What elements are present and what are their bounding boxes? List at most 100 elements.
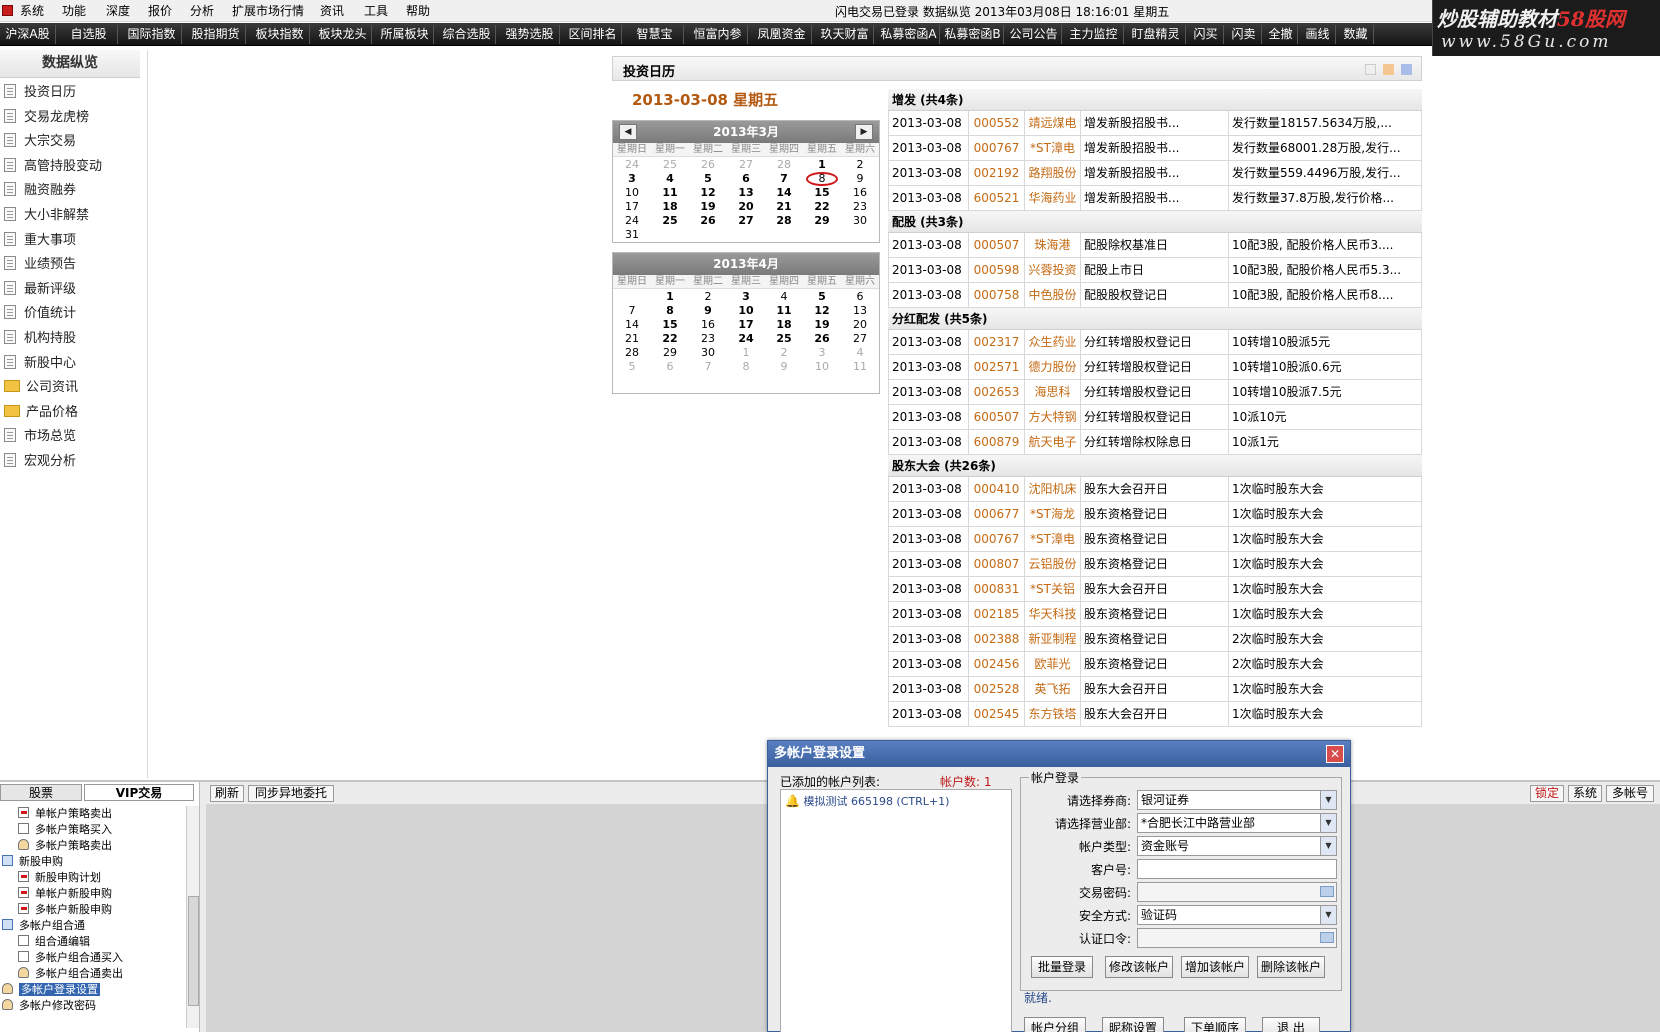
- calendar-day[interactable]: 10: [803, 360, 841, 374]
- stock-name[interactable]: *ST漳电: [1025, 527, 1081, 551]
- event-row[interactable]: 2013-03-08 002317 众生药业 分红转增股权登记日 10转增10股派5元: [888, 330, 1422, 355]
- keyboard-icon[interactable]: [1320, 932, 1334, 943]
- calendar-day[interactable]: 3: [727, 290, 765, 304]
- chevron-down-icon[interactable]: ▼: [1320, 791, 1336, 809]
- stock-name[interactable]: *ST关铝: [1025, 577, 1081, 601]
- toolbar-item[interactable]: 板块指数: [250, 25, 310, 44]
- calendar-day[interactable]: 30: [689, 346, 727, 360]
- stock-code[interactable]: 600507: [969, 405, 1025, 429]
- toolbar-item[interactable]: 私募密函A: [878, 25, 940, 44]
- stock-code[interactable]: 000767: [969, 527, 1025, 551]
- event-row[interactable]: 2013-03-08 002388 新亚制程 股东资格登记日 2次临时股东大会: [888, 627, 1422, 652]
- tab-vip-trade[interactable]: VIP交易: [84, 784, 194, 801]
- menu-help[interactable]: 帮助: [406, 3, 430, 19]
- calendar-day[interactable]: 9: [689, 304, 727, 318]
- calendar-day[interactable]: 7: [613, 304, 651, 318]
- toolbar-item[interactable]: 闪买: [1188, 25, 1224, 44]
- calendar-day[interactable]: 19: [803, 318, 841, 332]
- calendar-day[interactable]: 21: [613, 332, 651, 346]
- calendar-day[interactable]: 16: [689, 318, 727, 332]
- calendar-day[interactable]: 11: [841, 360, 879, 374]
- calendar-day[interactable]: 20: [841, 318, 879, 332]
- calendar-day[interactable]: 20: [727, 200, 765, 214]
- calendar-day[interactable]: 26: [689, 158, 727, 172]
- calendar-day[interactable]: 2: [689, 290, 727, 304]
- calendar-day[interactable]: 1: [651, 290, 689, 304]
- calendar-day[interactable]: 21: [765, 200, 803, 214]
- app-icon[interactable]: [2, 5, 13, 16]
- security-method-select[interactable]: 验证码 ▼: [1137, 905, 1337, 925]
- stock-code[interactable]: 002388: [969, 627, 1025, 651]
- tab-stocks[interactable]: 股票: [0, 784, 82, 801]
- stock-name[interactable]: 航天电子: [1025, 430, 1081, 454]
- stock-name[interactable]: 珠海港: [1025, 233, 1081, 257]
- tree-item[interactable]: 多帐户登录设置: [2, 982, 100, 998]
- order-sequence-button[interactable]: 下单顺序: [1184, 1017, 1246, 1032]
- event-row[interactable]: 2013-03-08 000758 中色股份 配股股权登记日 10配3股, 配股价格人民…: [888, 283, 1422, 308]
- event-row[interactable]: 2013-03-08 002185 华天科技 股东资格登记日 1次临时股东大会: [888, 602, 1422, 627]
- menu-tools[interactable]: 工具: [364, 3, 388, 19]
- calendar-day[interactable]: 9: [841, 172, 879, 186]
- menu-news[interactable]: 资讯: [320, 3, 344, 19]
- calendar-day[interactable]: 8: [803, 172, 841, 186]
- multi-account-button[interactable]: 多帐号: [1606, 785, 1654, 802]
- stock-name[interactable]: 英飞拓: [1025, 677, 1081, 701]
- tree-item[interactable]: 多帐户组合通买入: [18, 950, 123, 966]
- calendar-day[interactable]: 3: [613, 172, 651, 186]
- event-row[interactable]: 2013-03-08 600507 方大特钢 分红转增股权登记日 10派10元: [888, 405, 1422, 430]
- calendar-day[interactable]: 6: [841, 290, 879, 304]
- calendar-day[interactable]: 19: [689, 200, 727, 214]
- calendar-day[interactable]: 4: [841, 346, 879, 360]
- tree-item[interactable]: 多帐户策略买入: [18, 822, 112, 838]
- event-row[interactable]: 2013-03-08 002571 德力股份 分红转增股权登记日 10转增10股派0.6…: [888, 355, 1422, 380]
- stock-name[interactable]: 云铝股份: [1025, 552, 1081, 576]
- stock-name[interactable]: 众生药业: [1025, 330, 1081, 354]
- tree-item[interactable]: 单帐户新股申购: [18, 886, 112, 902]
- broker-select[interactable]: 银河证券 ▼: [1137, 790, 1337, 810]
- calendar-day[interactable]: 28: [613, 346, 651, 360]
- chevron-down-icon[interactable]: ▼: [1320, 906, 1336, 924]
- stock-name[interactable]: 方大特钢: [1025, 405, 1081, 429]
- toolbar-item[interactable]: 盯盘精灵: [1126, 25, 1186, 44]
- stock-name[interactable]: 路翔股份: [1025, 161, 1081, 185]
- toolbar-item[interactable]: 闪卖: [1226, 25, 1262, 44]
- toolbar-item[interactable]: 全撤: [1264, 25, 1298, 44]
- toolbar-item[interactable]: 区间排名: [564, 25, 622, 44]
- keyboard-icon[interactable]: [1320, 886, 1334, 897]
- calendar-day[interactable]: 24: [613, 214, 651, 228]
- calendar-day[interactable]: 14: [613, 318, 651, 332]
- sidebar-item[interactable]: 市场总览: [4, 426, 76, 448]
- nickname-button[interactable]: 昵称设置: [1102, 1017, 1164, 1032]
- skin-swatch-gray[interactable]: [1365, 64, 1376, 75]
- toolbar-item[interactable]: 股指期货: [186, 25, 246, 44]
- sidebar-item[interactable]: 重大事项: [4, 230, 76, 252]
- account-group-button[interactable]: 帐户分组: [1024, 1017, 1086, 1032]
- stock-code[interactable]: 002571: [969, 355, 1025, 379]
- customer-id-input[interactable]: [1137, 859, 1337, 879]
- calendar-day[interactable]: 27: [727, 214, 765, 228]
- calendar-day[interactable]: 16: [841, 186, 879, 200]
- calendar-day[interactable]: 5: [803, 290, 841, 304]
- exit-button[interactable]: 退 出: [1262, 1017, 1320, 1032]
- calendar-day[interactable]: 10: [613, 186, 651, 200]
- stock-code[interactable]: 002185: [969, 602, 1025, 626]
- calendar-day[interactable]: 26: [689, 214, 727, 228]
- branch-select[interactable]: *合肥长江中路营业部 ▼: [1137, 813, 1337, 833]
- sidebar-item[interactable]: 交易龙虎榜: [4, 107, 89, 129]
- stock-code[interactable]: 002653: [969, 380, 1025, 404]
- tree-item[interactable]: 组合通编辑: [18, 934, 90, 950]
- calendar-day[interactable]: 13: [841, 304, 879, 318]
- calendar-day[interactable]: 27: [727, 158, 765, 172]
- toolbar-item[interactable]: 自选股: [60, 25, 118, 44]
- calendar-day[interactable]: 17: [613, 200, 651, 214]
- calendar-day[interactable]: 30: [841, 214, 879, 228]
- tree-item[interactable]: 单帐户策略卖出: [18, 806, 112, 822]
- sidebar-item[interactable]: 大小非解禁: [4, 205, 89, 227]
- delete-account-button[interactable]: 删除该帐户: [1257, 956, 1325, 978]
- stock-name[interactable]: *ST漳电: [1025, 136, 1081, 160]
- calendar-day[interactable]: 28: [765, 214, 803, 228]
- batch-login-button[interactable]: 批量登录: [1031, 956, 1093, 978]
- calendar-day[interactable]: 3: [803, 346, 841, 360]
- event-row[interactable]: 2013-03-08 000677 *ST海龙 股东资格登记日 1次临时股东大会: [888, 502, 1422, 527]
- stock-name[interactable]: 兴蓉投资: [1025, 258, 1081, 282]
